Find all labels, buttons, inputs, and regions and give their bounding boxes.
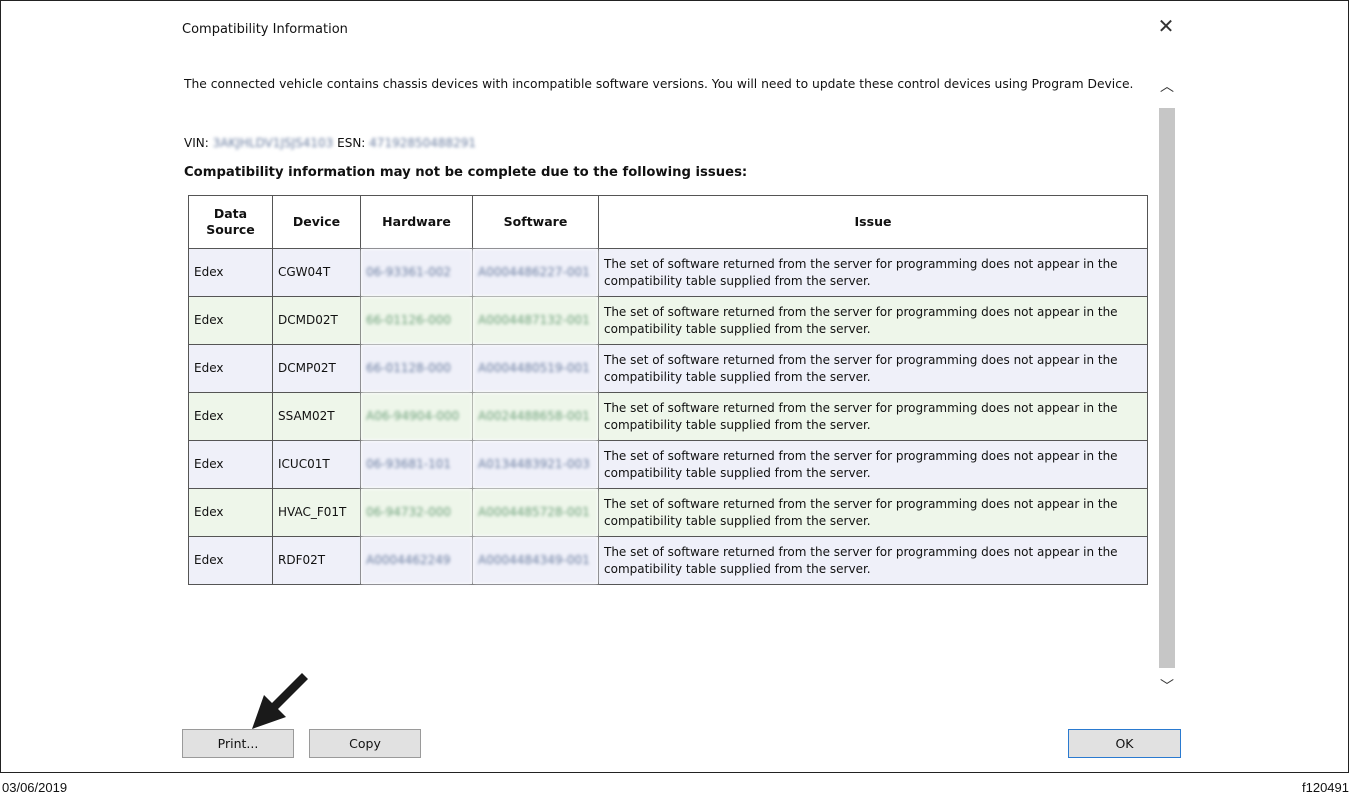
cell-issue: The set of software returned from the se… [598,344,1148,393]
cell-hardware: 06-93681-101 [360,440,473,489]
cell-software: A0004486227-001 [472,248,599,297]
cell-source: Edex [188,392,273,441]
header-hardware[interactable]: Hardware [360,195,473,249]
table-row[interactable]: Edex SSAM02T A06-94904-000 A0024488658-0… [188,392,1148,441]
issues-heading: Compatibility information may not be com… [184,165,748,180]
cell-software: A0024488658-001 [472,392,599,441]
cell-source: Edex [188,344,273,393]
cell-source: Edex [188,296,273,345]
cell-issue: The set of software returned from the se… [598,536,1148,585]
cell-source: Edex [188,488,273,537]
chevron-down-icon[interactable]: ﹀ [1158,676,1176,698]
ok-button[interactable]: OK [1068,729,1181,758]
table-header-row: Data Source Device Hardware Software Iss… [188,195,1148,249]
cell-source: Edex [188,440,273,489]
chevron-up-icon[interactable]: ︿ [1158,76,1176,98]
dialog-title: Compatibility Information [182,22,348,37]
cell-device: ICUC01T [272,440,361,489]
table-row[interactable]: Edex ICUC01T 06-93681-101 A0134483921-00… [188,440,1148,489]
table-row[interactable]: Edex DCMP02T 66-01128-000 A0004480519-00… [188,344,1148,393]
cell-device: DCMD02T [272,296,361,345]
cell-issue: The set of software returned from the se… [598,440,1148,489]
cell-hardware: 06-93361-002 [360,248,473,297]
header-software[interactable]: Software [472,195,599,249]
cell-device: DCMP02T [272,344,361,393]
intro-text: The connected vehicle contains chassis d… [184,77,1134,91]
vertical-scrollbar[interactable]: ︿ ﹀ [1158,76,1176,698]
copy-button[interactable]: Copy [309,729,421,758]
cell-hardware: A06-94904-000 [360,392,473,441]
footer-date: 03/06/2019 [2,780,68,795]
cell-issue: The set of software returned from the se… [598,296,1148,345]
esn-label: ESN: [337,136,366,150]
table-row[interactable]: Edex CGW04T 06-93361-002 A0004486227-001… [188,248,1148,297]
arrow-pointer-icon [252,673,308,729]
cell-device: CGW04T [272,248,361,297]
header-device[interactable]: Device [272,195,361,249]
cell-source: Edex [188,536,273,585]
cell-issue: The set of software returned from the se… [598,392,1148,441]
vin-value: 3AKJHLDV1JSJS4103 [212,136,334,150]
compatibility-dialog: Compatibility Information ✕ The connecte… [170,10,1181,765]
cell-source: Edex [188,248,273,297]
cell-issue: The set of software returned from the se… [598,488,1148,537]
cell-device: RDF02T [272,536,361,585]
cell-issue: The set of software returned from the se… [598,248,1148,297]
cell-device: SSAM02T [272,392,361,441]
vin-esn-line: VIN: 3AKJHLDV1JSJS4103 ESN: 471928504882… [184,136,476,150]
table-row[interactable]: Edex DCMD02T 66-01126-000 A0004487132-00… [188,296,1148,345]
print-button[interactable]: Print... [182,729,294,758]
cell-hardware: 66-01128-000 [360,344,473,393]
cell-software: A0004484349-001 [472,536,599,585]
close-icon[interactable]: ✕ [1154,14,1178,38]
compatibility-table: Data Source Device Hardware Software Iss… [188,195,1148,585]
header-data-source[interactable]: Data Source [188,195,273,249]
figure-code: f120491 [1302,780,1349,795]
cell-software: A0004487132-001 [472,296,599,345]
header-issue[interactable]: Issue [598,195,1148,249]
table-row[interactable]: Edex HVAC_F01T 06-94732-000 A0004485728-… [188,488,1148,537]
cell-software: A0004485728-001 [472,488,599,537]
cell-software: A0004480519-001 [472,344,599,393]
vin-label: VIN: [184,136,209,150]
esn-value: 471928504882​91 [369,136,477,150]
cell-hardware: A0004462249 [360,536,473,585]
cell-device: HVAC_F01T [272,488,361,537]
cell-software: A0134483921-003 [472,440,599,489]
scrollbar-thumb[interactable] [1159,108,1175,668]
table-row[interactable]: Edex RDF02T A0004462249 A0004484349-001 … [188,536,1148,585]
cell-hardware: 06-94732-000 [360,488,473,537]
cell-hardware: 66-01126-000 [360,296,473,345]
